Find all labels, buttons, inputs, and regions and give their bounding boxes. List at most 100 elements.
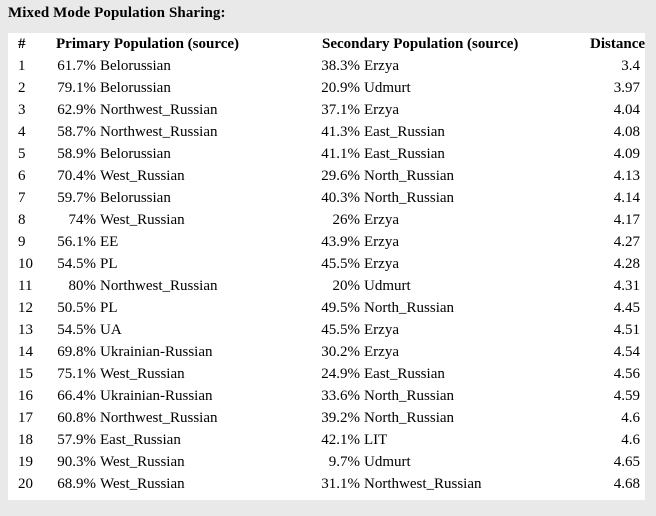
cell-distance: 4.65 bbox=[613, 454, 641, 470]
cell-distance: 4.31 bbox=[613, 278, 641, 294]
page-root: Mixed Mode Population Sharing: # Primary… bbox=[0, 0, 656, 516]
cell-secondary-pct: 24.9% bbox=[321, 366, 361, 382]
cell-secondary-name: Erzya bbox=[364, 102, 399, 118]
table-row: 12 50.5% PL 49.5% North_Russian 4.45 bbox=[8, 297, 645, 319]
cell-distance: 4.09 bbox=[613, 146, 641, 162]
cell-secondary-name: East_Russian bbox=[364, 146, 445, 162]
cell-primary-pct: 80% bbox=[68, 278, 97, 294]
cell-secondary-pct: 31.1% bbox=[321, 476, 361, 492]
column-header-rank: # bbox=[18, 36, 26, 52]
table-row: 14 69.8% Ukrainian-Russian 30.2% Erzya 4.54 bbox=[8, 341, 645, 363]
table-row: 3 62.9% Northwest_Russian 37.1% Erzya 4.04 bbox=[8, 99, 645, 121]
cell-primary-pct: 68.9% bbox=[57, 476, 96, 492]
cell-primary-pct: 58.7% bbox=[57, 124, 96, 140]
cell-secondary-name: North_Russian bbox=[364, 410, 455, 426]
cell-primary-pct: 69.8% bbox=[57, 344, 96, 360]
cell-secondary-name: North_Russian bbox=[364, 300, 455, 316]
cell-secondary-name: East_Russian bbox=[364, 366, 445, 382]
cell-distance: 4.51 bbox=[613, 322, 641, 338]
column-header-secondary-population: Secondary Population (source) bbox=[322, 36, 519, 52]
table-row: 11 80% Northwest_Russian 20% Udmurt 4.31 bbox=[8, 275, 645, 297]
cell-primary-pct: 62.9% bbox=[57, 102, 96, 118]
cell-distance: 4.6 bbox=[621, 410, 641, 426]
cell-distance: 4.59 bbox=[613, 388, 641, 404]
cell-primary-name: Northwest_Russian bbox=[100, 278, 218, 294]
cell-rank: 18 bbox=[18, 432, 33, 448]
cell-primary-name: Northwest_Russian bbox=[100, 410, 218, 426]
cell-secondary-name: Erzya bbox=[364, 322, 399, 338]
page-title: Mixed Mode Population Sharing: bbox=[8, 5, 226, 21]
table-header: # Primary Population (source) Secondary … bbox=[8, 33, 645, 55]
cell-secondary-name: North_Russian bbox=[364, 388, 455, 404]
cell-secondary-pct: 49.5% bbox=[321, 300, 361, 316]
cell-primary-name: Northwest_Russian bbox=[100, 124, 218, 140]
cell-distance: 3.97 bbox=[613, 80, 641, 96]
cell-secondary-pct: 37.1% bbox=[321, 102, 361, 118]
cell-primary-name: Ukrainian-Russian bbox=[100, 344, 213, 360]
cell-secondary-name: LIT bbox=[364, 432, 388, 448]
cell-secondary-pct: 40.3% bbox=[321, 190, 361, 206]
cell-rank: 7 bbox=[18, 190, 26, 206]
cell-rank: 17 bbox=[18, 410, 33, 426]
results-table-panel: # Primary Population (source) Secondary … bbox=[8, 33, 645, 500]
table-row: 4 58.7% Northwest_Russian 41.3% East_Russian… bbox=[8, 121, 645, 143]
cell-primary-name: Belorussian bbox=[100, 146, 171, 162]
cell-primary-name: West_Russian bbox=[100, 212, 185, 228]
cell-primary-pct: 75.1% bbox=[57, 366, 96, 382]
cell-distance: 4.6 bbox=[621, 432, 641, 448]
cell-secondary-name: Erzya bbox=[364, 344, 399, 360]
cell-primary-name: West_Russian bbox=[100, 454, 185, 470]
cell-secondary-pct: 20.9% bbox=[321, 80, 361, 96]
cell-rank: 11 bbox=[18, 278, 33, 294]
cell-primary-name: PL bbox=[100, 256, 118, 272]
cell-secondary-name: Udmurt bbox=[364, 278, 411, 294]
cell-secondary-pct: 26% bbox=[332, 212, 361, 228]
table-row: 8 74% West_Russian 26% Erzya 4.17 bbox=[8, 209, 645, 231]
cell-secondary-pct: 45.5% bbox=[321, 256, 361, 272]
cell-secondary-pct: 41.3% bbox=[321, 124, 361, 140]
cell-distance: 4.04 bbox=[613, 102, 641, 118]
cell-primary-pct: 70.4% bbox=[57, 168, 96, 184]
cell-primary-pct: 90.3% bbox=[57, 454, 96, 470]
table-row: 5 58.9% Belorussian 41.1% East_Russian 4.09 bbox=[8, 143, 645, 165]
cell-primary-name: West_Russian bbox=[100, 366, 185, 382]
cell-secondary-pct: 29.6% bbox=[321, 168, 361, 184]
cell-rank: 20 bbox=[18, 476, 33, 492]
cell-primary-pct: 60.8% bbox=[57, 410, 96, 426]
cell-secondary-pct: 42.1% bbox=[321, 432, 361, 448]
cell-rank: 16 bbox=[18, 388, 33, 404]
table-body: 1 61.7% Belorussian 38.3% Erzya 3.4 2 79.1% Belo… bbox=[8, 55, 645, 495]
cell-secondary-pct: 45.5% bbox=[321, 322, 361, 338]
table-row: 18 57.9% East_Russian 42.1% LIT 4.6 bbox=[8, 429, 645, 451]
cell-secondary-name: Udmurt bbox=[364, 454, 411, 470]
table-row: 6 70.4% West_Russian 29.6% North_Russian 4.13 bbox=[8, 165, 645, 187]
cell-primary-name: Belorussian bbox=[100, 190, 171, 206]
cell-secondary-pct: 41.1% bbox=[321, 146, 361, 162]
cell-distance: 4.28 bbox=[613, 256, 641, 272]
cell-rank: 1 bbox=[18, 58, 26, 74]
cell-primary-name: EE bbox=[100, 234, 119, 250]
cell-rank: 2 bbox=[18, 80, 26, 96]
column-header-primary-population: Primary Population (source) bbox=[56, 36, 240, 52]
cell-rank: 12 bbox=[18, 300, 33, 316]
cell-secondary-pct: 9.7% bbox=[328, 454, 361, 470]
table-header-row: # Primary Population (source) Secondary … bbox=[8, 33, 645, 55]
cell-distance: 4.56 bbox=[613, 366, 641, 382]
table-row: 2 79.1% Belorussian 20.9% Udmurt 3.97 bbox=[8, 77, 645, 99]
cell-primary-pct: 66.4% bbox=[57, 388, 96, 404]
cell-secondary-pct: 38.3% bbox=[321, 58, 361, 74]
cell-rank: 5 bbox=[18, 146, 26, 162]
cell-rank: 6 bbox=[18, 168, 26, 184]
cell-secondary-pct: 43.9% bbox=[321, 234, 361, 250]
table-row: 20 68.9% West_Russian 31.1% Northwest_Russia… bbox=[8, 473, 645, 495]
cell-primary-pct: 57.9% bbox=[57, 432, 96, 448]
cell-distance: 4.45 bbox=[613, 300, 641, 316]
cell-primary-pct: 61.7% bbox=[57, 58, 96, 74]
cell-primary-pct: 54.5% bbox=[57, 322, 96, 338]
cell-primary-name: PL bbox=[100, 300, 118, 316]
table-row: 9 56.1% EE 43.9% Erzya 4.27 bbox=[8, 231, 645, 253]
cell-rank: 15 bbox=[18, 366, 33, 382]
cell-primary-name: UA bbox=[100, 322, 122, 338]
cell-distance: 4.68 bbox=[613, 476, 641, 492]
cell-distance: 4.54 bbox=[613, 344, 641, 360]
